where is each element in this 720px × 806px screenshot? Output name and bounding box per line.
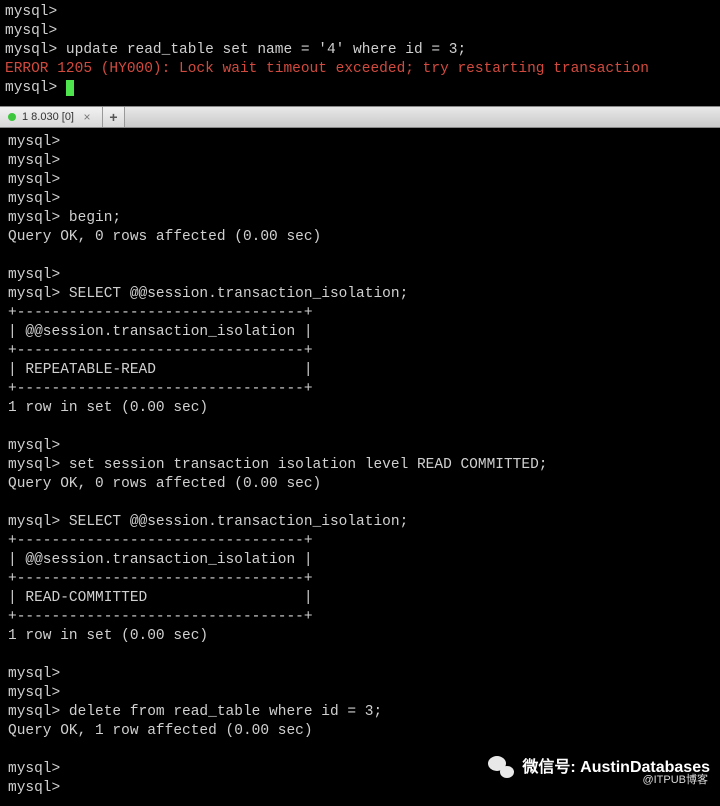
terminal-line: mysql> — [8, 152, 715, 171]
wechat-icon — [488, 754, 514, 780]
terminal-line: +---------------------------------+ — [8, 304, 715, 323]
terminal-line: mysql> SELECT @@session.transaction_isol… — [8, 513, 715, 532]
close-icon[interactable]: × — [80, 110, 94, 124]
terminal-line: mysql> — [8, 665, 715, 684]
status-dot-icon — [8, 113, 16, 121]
tab-bar: 1 8.030 [0] × + — [0, 106, 720, 128]
terminal-line: +---------------------------------+ — [8, 380, 715, 399]
terminal-line: 1 row in set (0.00 sec) — [8, 399, 715, 418]
terminal-prompt-line: mysql> — [5, 79, 715, 98]
top-terminal-pane[interactable]: mysql>mysql>mysql> update read_table set… — [0, 0, 720, 106]
terminal-line: mysql> — [8, 437, 715, 456]
terminal-line: mysql> — [5, 22, 715, 41]
terminal-line: mysql> begin; — [8, 209, 715, 228]
terminal-line — [8, 418, 715, 437]
terminal-line: mysql> update read_table set name = '4' … — [5, 41, 715, 60]
terminal-line — [8, 494, 715, 513]
tab-label: 1 8.030 [0] — [22, 108, 74, 127]
terminal-line: +---------------------------------+ — [8, 532, 715, 551]
terminal-line: Query OK, 0 rows affected (0.00 sec) — [8, 475, 715, 494]
terminal-line: mysql> — [8, 190, 715, 209]
cursor-block-icon — [66, 80, 74, 96]
terminal-line: mysql> delete from read_table where id =… — [8, 703, 715, 722]
terminal-line: mysql> set session transaction isolation… — [8, 456, 715, 475]
terminal-line: +---------------------------------+ — [8, 570, 715, 589]
terminal-line — [8, 247, 715, 266]
terminal-line: | @@session.transaction_isolation | — [8, 551, 715, 570]
terminal-line: mysql> — [8, 684, 715, 703]
terminal-line: mysql> — [8, 171, 715, 190]
terminal-line: mysql> — [5, 3, 715, 22]
terminal-line: mysql> — [8, 266, 715, 285]
tab-session-1[interactable]: 1 8.030 [0] × — [0, 107, 103, 127]
terminal-line: Query OK, 1 row affected (0.00 sec) — [8, 722, 715, 741]
terminal-line: | READ-COMMITTED | — [8, 589, 715, 608]
terminal-line: 1 row in set (0.00 sec) — [8, 627, 715, 646]
add-tab-button[interactable]: + — [103, 107, 125, 127]
terminal-line: +---------------------------------+ — [8, 342, 715, 361]
bottom-terminal-pane[interactable]: mysql>mysql>mysql>mysql>mysql> begin;Que… — [0, 128, 720, 806]
terminal-line — [8, 646, 715, 665]
terminal-line: +---------------------------------+ — [8, 608, 715, 627]
terminal-line: | @@session.transaction_isolation | — [8, 323, 715, 342]
terminal-line: ERROR 1205 (HY000): Lock wait timeout ex… — [5, 60, 715, 79]
terminal-line: mysql> SELECT @@session.transaction_isol… — [8, 285, 715, 304]
watermark-sub: @ITPUB博客 — [642, 771, 708, 790]
terminal-line: Query OK, 0 rows affected (0.00 sec) — [8, 228, 715, 247]
terminal-line: mysql> — [8, 133, 715, 152]
terminal-line: mysql> — [8, 779, 715, 798]
terminal-line: | REPEATABLE-READ | — [8, 361, 715, 380]
